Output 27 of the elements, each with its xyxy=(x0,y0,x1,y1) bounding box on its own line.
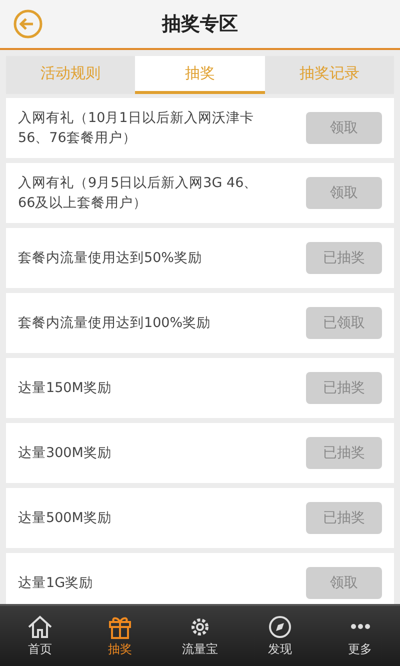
claim-button[interactable]: 领取 xyxy=(306,567,382,599)
more-icon xyxy=(350,624,370,629)
home-icon xyxy=(26,614,54,640)
nav-item[interactable]: 更多 xyxy=(320,606,400,666)
claim-button[interactable]: 领取 xyxy=(306,112,382,144)
reward-text: 套餐内流量使用达到100%奖励 xyxy=(18,314,212,333)
nav-item[interactable]: 抽奖 xyxy=(80,606,160,666)
reward-text: 达量500M奖励 xyxy=(18,508,112,528)
gift-icon xyxy=(106,614,134,640)
claim-button[interactable]: 已抽奖 xyxy=(306,242,382,274)
reward-text: 达量1G奖励 xyxy=(18,574,94,593)
nav-item[interactable]: 发现 xyxy=(240,606,320,666)
nav-item[interactable]: 首页 xyxy=(0,606,80,666)
reward-text: 达量150M奖励 xyxy=(18,378,112,398)
claim-button[interactable]: 已领取 xyxy=(306,307,382,339)
claim-button[interactable]: 已抽奖 xyxy=(306,502,382,534)
reward-text: 套餐内流量使用达到50%奖励 xyxy=(18,248,204,268)
claim-button[interactable]: 领取 xyxy=(306,177,382,209)
claim-button[interactable]: 已抽奖 xyxy=(306,437,382,469)
tab[interactable]: 抽奖 xyxy=(135,56,265,94)
claim-button[interactable]: 已抽奖 xyxy=(306,372,382,404)
page-title: 抽奖专区 xyxy=(162,12,238,37)
compass-icon xyxy=(266,614,294,640)
nav-item[interactable]: 流量宝 xyxy=(160,606,240,666)
reward-text: 达量300M奖励 xyxy=(18,444,112,463)
reward-text: 入网有礼（9月5日以后新入网3G 46、66及以上套餐用户） xyxy=(18,174,259,213)
reward-text: 入网有礼（10月1日以后新入网沃津卡56、76套餐用户） xyxy=(18,108,255,148)
